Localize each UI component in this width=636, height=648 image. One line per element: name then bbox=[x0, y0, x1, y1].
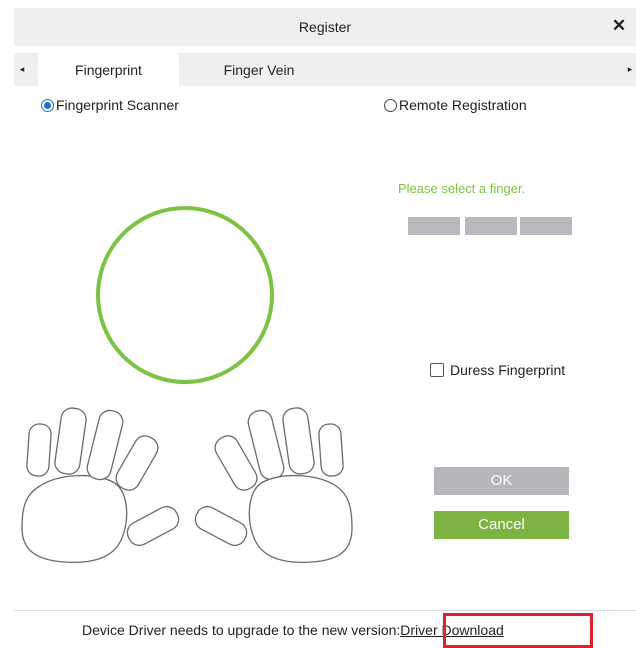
cancel-button[interactable]: Cancel bbox=[434, 511, 569, 539]
driver-upgrade-notice: Device Driver needs to upgrade to the ne… bbox=[82, 622, 504, 638]
enroll-prompt: Please select a finger. bbox=[398, 181, 526, 196]
left-thumb[interactable] bbox=[124, 503, 183, 550]
tab-scroll-left-icon[interactable]: ◂ bbox=[16, 61, 28, 77]
right-ring-finger[interactable] bbox=[282, 407, 316, 476]
tab-bar: ◂ Fingerprint Finger Vein ▸ bbox=[14, 53, 636, 86]
ok-button[interactable]: OK bbox=[434, 467, 569, 495]
right-thumb[interactable] bbox=[192, 503, 251, 550]
driver-download-highlight bbox=[443, 613, 593, 648]
tab-finger-vein[interactable]: Finger Vein bbox=[186, 53, 332, 86]
radio-button[interactable] bbox=[384, 98, 397, 112]
hands-finger-selector bbox=[21, 407, 353, 564]
enroll-progress-segment bbox=[408, 217, 460, 235]
enroll-progress-segment bbox=[465, 217, 517, 235]
radio-fingerprint-scanner[interactable]: Fingerprint Scanner bbox=[41, 97, 179, 113]
footer-divider bbox=[14, 610, 636, 611]
dialog-title: Register bbox=[298, 19, 352, 35]
radio-label: Remote Registration bbox=[399, 97, 527, 113]
radio-button-checked[interactable] bbox=[41, 98, 54, 112]
enroll-progress-segment bbox=[520, 217, 572, 235]
radio-remote-registration[interactable]: Remote Registration bbox=[384, 97, 527, 113]
tab-scroll-right-icon[interactable]: ▸ bbox=[624, 61, 636, 77]
radio-label: Fingerprint Scanner bbox=[56, 97, 179, 113]
dialog-titlebar: Register ✕ bbox=[14, 8, 636, 46]
left-ring-finger[interactable] bbox=[54, 407, 88, 476]
duress-checkbox[interactable] bbox=[430, 363, 444, 377]
left-palm bbox=[21, 474, 128, 564]
left-pinky-finger[interactable] bbox=[26, 423, 52, 477]
tab-fingerprint[interactable]: Fingerprint bbox=[38, 53, 179, 86]
duress-fingerprint-option[interactable]: Duress Fingerprint bbox=[430, 362, 565, 378]
close-icon[interactable]: ✕ bbox=[610, 16, 628, 36]
right-palm bbox=[248, 474, 353, 564]
scanner-ring bbox=[96, 206, 274, 384]
duress-label: Duress Fingerprint bbox=[450, 362, 566, 378]
driver-upgrade-message: Device Driver needs to upgrade to the ne… bbox=[82, 622, 401, 638]
right-pinky-finger[interactable] bbox=[318, 423, 344, 477]
left-index-finger[interactable] bbox=[112, 432, 162, 494]
